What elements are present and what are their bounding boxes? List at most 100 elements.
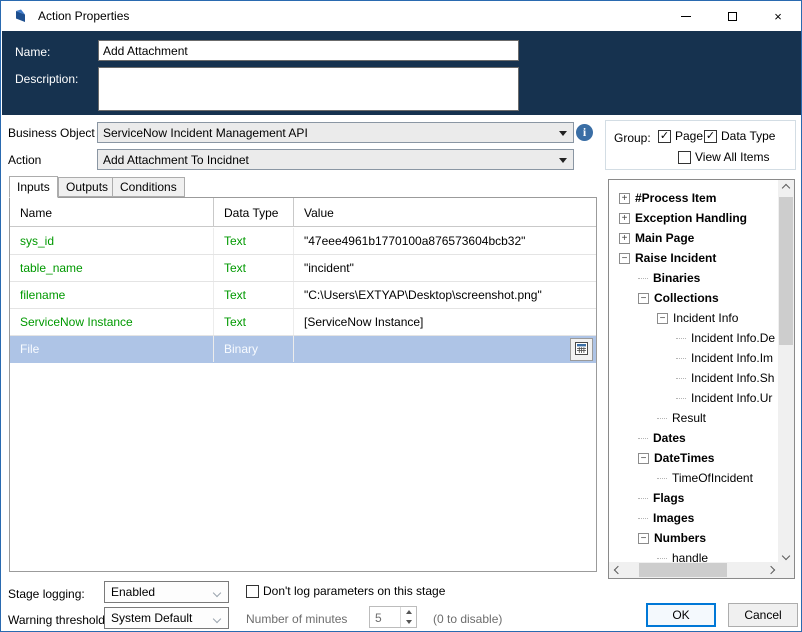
collapse-icon[interactable]: − <box>638 452 649 464</box>
minimize-icon <box>681 15 691 17</box>
tree-item[interactable]: − DateTimes <box>609 448 778 468</box>
tree-item[interactable]: + Exception Handling <box>609 208 778 228</box>
tree-item-label: Incident Info.Ur <box>691 391 773 405</box>
checkbox-data-type-label: Data Type <box>721 129 776 143</box>
tree-item[interactable]: Result <box>609 408 778 428</box>
window-title: Action Properties <box>38 9 130 23</box>
ok-button[interactable]: OK <box>646 603 716 627</box>
tree-item-label: Result <box>672 411 707 425</box>
tree-item-label: Binaries <box>653 271 701 285</box>
table-row[interactable]: ServiceNow Instance Text [ServiceNow Insta… <box>10 309 596 336</box>
tree-connector <box>638 277 648 279</box>
tree-item-label: Images <box>653 511 695 525</box>
table-row[interactable]: sys_id Text "47eee4961b1770100a876573604bc… <box>10 228 596 255</box>
tree-item[interactable]: Incident Info.De <box>609 328 778 348</box>
checkbox-page[interactable]: Page <box>658 129 703 143</box>
collapse-icon[interactable]: − <box>619 252 630 264</box>
tree-item-label: Numbers <box>654 531 707 545</box>
tree-item[interactable]: TimeOfIncident <box>609 468 778 488</box>
tree-item[interactable]: Dates <box>609 428 778 448</box>
tree-item[interactable]: − Raise Incident <box>609 248 778 268</box>
tree-item-label: Dates <box>653 431 686 445</box>
param-type: Text <box>214 309 294 335</box>
tree-item[interactable]: Flags <box>609 488 778 508</box>
dropdown-arrow-icon <box>559 131 567 136</box>
tree-horizontal-scrollbar[interactable] <box>609 562 780 578</box>
cancel-button[interactable]: Cancel <box>728 603 798 627</box>
business-object-value: ServiceNow Incident Management API <box>103 125 308 140</box>
minimize-button[interactable] <box>663 1 709 31</box>
action-label: Action <box>8 153 42 167</box>
collapse-icon[interactable]: − <box>638 532 649 544</box>
tree-connector <box>638 437 648 439</box>
expand-icon[interactable]: + <box>619 212 630 224</box>
stepper-buttons[interactable] <box>400 607 416 627</box>
scroll-right-icon <box>766 565 776 575</box>
column-header-data-type: Data Type <box>214 198 294 227</box>
tree-item[interactable]: − Numbers <box>609 528 778 548</box>
number-of-minutes-value: 5 <box>375 611 382 625</box>
vertical-scroll-thumb[interactable] <box>779 197 793 345</box>
dropdown-chevron-icon <box>212 614 222 624</box>
maximize-icon <box>727 11 737 21</box>
data-item-tree: + #Process Item + Exception Handling + Main P… <box>608 179 795 579</box>
tree-item-label: Main Page <box>635 231 695 245</box>
maximize-button[interactable] <box>709 1 755 31</box>
tree-connector <box>638 517 648 519</box>
description-input[interactable] <box>98 67 519 111</box>
tree-item-label: Exception Handling <box>635 211 748 225</box>
tab-inputs[interactable]: Inputs <box>9 176 58 198</box>
name-input[interactable] <box>98 40 519 61</box>
number-of-minutes-stepper[interactable]: 5 <box>369 606 417 628</box>
tree-item[interactable]: Incident Info.Ur <box>609 388 778 408</box>
param-value: [ServiceNow Instance] <box>304 315 424 329</box>
collapse-icon[interactable]: − <box>657 312 668 324</box>
table-row[interactable]: filename Text "C:\Users\EXTYAP\Desktop\scr… <box>10 282 596 309</box>
tree-item-label: Collections <box>654 291 719 305</box>
param-name: ServiceNow Instance <box>10 309 214 335</box>
table-row[interactable]: File Binary <box>10 336 596 363</box>
tree-item[interactable]: + Main Page <box>609 228 778 248</box>
stage-logging-select[interactable]: Enabled <box>104 581 229 603</box>
inputs-table-header: Name Data Type Value <box>10 198 596 227</box>
tab-outputs[interactable]: Outputs <box>58 177 117 197</box>
number-of-minutes-label: Number of minutes <box>246 612 348 626</box>
warning-threshold-select[interactable]: System Default <box>104 607 229 629</box>
tree-item[interactable]: + #Process Item <box>609 188 778 208</box>
tree-item[interactable]: Incident Info.Sh <box>609 368 778 388</box>
value-picker-button[interactable] <box>570 338 593 361</box>
tree-item[interactable]: − Collections <box>609 288 778 308</box>
stepper-up-icon <box>405 610 412 614</box>
param-type: Text <box>214 228 294 254</box>
expand-icon[interactable]: + <box>619 232 630 244</box>
collapse-icon[interactable]: − <box>638 292 649 304</box>
checkbox-data-type[interactable]: Data Type <box>704 129 775 143</box>
param-value <box>294 336 596 362</box>
table-row[interactable]: table_name Text "incident" <box>10 255 596 282</box>
checkbox-view-all-items[interactable]: View All Items <box>678 150 769 164</box>
business-object-select[interactable]: ServiceNow Incident Management API <box>97 122 574 143</box>
horizontal-scroll-thumb[interactable] <box>639 563 727 577</box>
tree-item[interactable]: Incident Info.Im <box>609 348 778 368</box>
dont-log-checkbox[interactable]: Don't log parameters on this stage <box>246 584 445 598</box>
dont-log-label: Don't log parameters on this stage <box>263 584 446 598</box>
scroll-left-icon <box>613 565 623 575</box>
tree-vertical-scrollbar[interactable] <box>778 180 794 564</box>
tree-item[interactable]: Images <box>609 508 778 528</box>
close-button[interactable]: × <box>755 1 801 31</box>
description-label: Description: <box>15 72 79 86</box>
name-label: Name: <box>15 45 51 59</box>
tree-item[interactable]: − Incident Info <box>609 308 778 328</box>
action-properties-window: Action Properties × Name: Description: B… <box>0 0 802 632</box>
tree-item[interactable]: Binaries <box>609 268 778 288</box>
action-select[interactable]: Add Attachment To Incidnet <box>97 149 574 170</box>
tab-conditions[interactable]: Conditions <box>112 177 185 197</box>
param-name: File <box>10 336 214 362</box>
expand-icon[interactable]: + <box>619 192 630 204</box>
info-icon[interactable]: i <box>576 124 593 141</box>
param-value: "incident" <box>304 261 354 275</box>
stepper-down-icon <box>405 620 412 624</box>
tree-item[interactable]: handle <box>609 548 778 562</box>
tree-item-label: DateTimes <box>654 451 715 465</box>
tree-item-label: Incident Info.Sh <box>691 371 775 385</box>
